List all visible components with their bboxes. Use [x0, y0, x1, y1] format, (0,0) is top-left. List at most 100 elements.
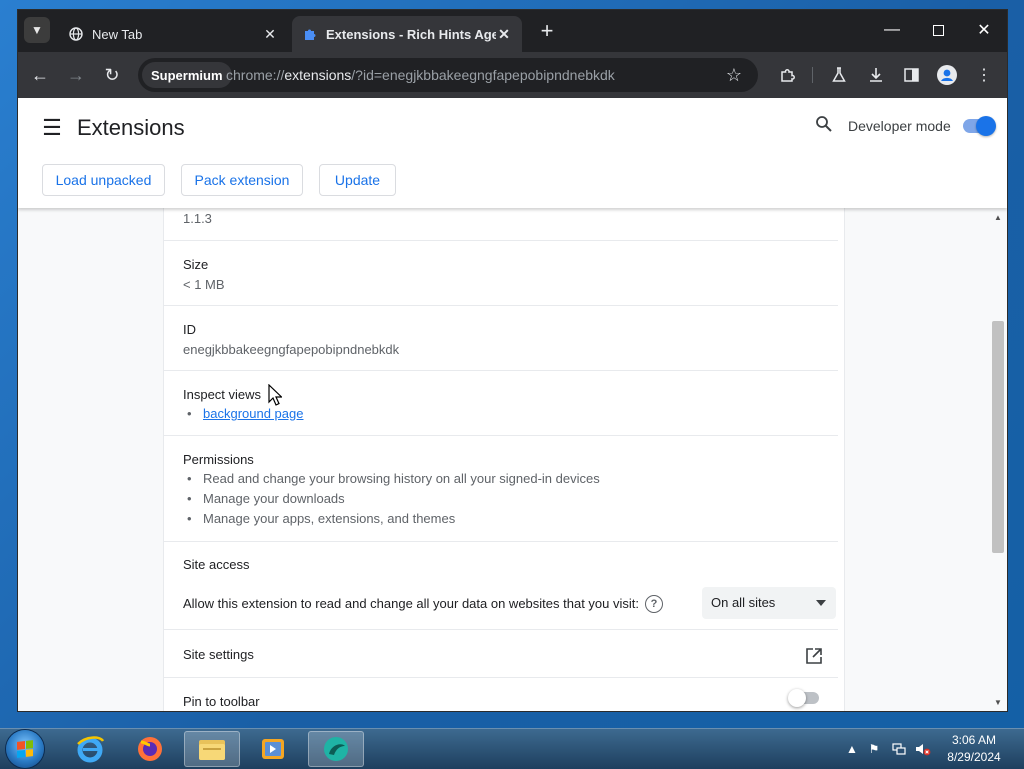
- taskbar-file-explorer[interactable]: [184, 731, 240, 767]
- reload-button[interactable]: ↻: [99, 62, 125, 88]
- globe-icon: [68, 26, 84, 42]
- side-panel-icon[interactable]: [898, 62, 924, 88]
- site-access-selected: On all sites: [711, 595, 776, 610]
- profile-avatar-icon[interactable]: [934, 62, 960, 88]
- list-item: Read and change your browsing history on…: [183, 469, 600, 489]
- browser-toolbar: ← → ↻ Supermium chrome://extensions/?id=…: [18, 52, 1007, 98]
- tab-search-button[interactable]: ▼: [24, 17, 50, 43]
- site-access-description: Allow this extension to read and change …: [183, 596, 639, 611]
- list-item: background page: [183, 404, 303, 424]
- media-player-icon: [262, 739, 284, 759]
- hamburger-menu-icon[interactable]: ☰: [40, 115, 64, 140]
- close-tab-icon[interactable]: ✕: [496, 26, 512, 42]
- id-value: enegjkbbakeegngfapepobipndnebkdk: [183, 342, 400, 357]
- details-card: 1.1.3 Size < 1 MB ID enegjkbbakeegngfape…: [164, 208, 844, 711]
- pack-extension-button[interactable]: Pack extension: [181, 164, 303, 196]
- minimize-icon: —: [884, 21, 900, 38]
- pin-to-toolbar-label: Pin to toolbar: [183, 694, 260, 709]
- maximize-icon: [932, 24, 944, 36]
- clock-time[interactable]: 3:06 AM: [936, 733, 1012, 747]
- back-button[interactable]: ←: [27, 62, 53, 88]
- caret-down-icon: [816, 600, 826, 606]
- close-tab-icon[interactable]: ✕: [262, 26, 278, 42]
- open-in-new-icon[interactable]: [805, 647, 823, 665]
- scroll-down-icon[interactable]: ▼: [989, 693, 1007, 711]
- bookmark-star-icon[interactable]: ☆: [722, 63, 746, 87]
- site-settings-row[interactable]: Site settings: [164, 630, 838, 678]
- volume-muted-icon[interactable]: [915, 741, 931, 757]
- windows-logo-icon: [17, 740, 33, 758]
- permissions-row: Permissions Read and change your browsin…: [164, 436, 838, 542]
- reload-icon: ↻: [104, 64, 120, 85]
- close-window-button[interactable]: ✕: [961, 10, 1007, 50]
- site-access-select[interactable]: On all sites: [702, 587, 836, 619]
- forward-button[interactable]: →: [63, 62, 89, 88]
- load-unpacked-button[interactable]: Load unpacked: [42, 164, 165, 196]
- labs-flask-icon[interactable]: [826, 62, 852, 88]
- browser-window: ▼ New Tab ✕ Extensions - Rich Hints Agen…: [18, 10, 1007, 711]
- inspect-views-row: Inspect views background page: [164, 371, 838, 436]
- site-access-row: Site access Allow this extension to read…: [164, 542, 838, 630]
- extension-details-content: 1.1.3 Size < 1 MB ID enegjkbbakeegngfape…: [18, 208, 1007, 711]
- chevron-down-icon: ▼: [31, 23, 43, 37]
- id-row: ID enegjkbbakeegngfapepobipndnebkdk: [164, 306, 838, 371]
- action-center-flag-icon[interactable]: ⚑: [866, 741, 882, 757]
- search-icon[interactable]: [815, 115, 837, 137]
- list-item: Manage your apps, extensions, and themes: [183, 509, 600, 529]
- toggle-knob: [788, 689, 806, 707]
- inspect-views-list: background page: [183, 404, 303, 424]
- update-button[interactable]: Update: [319, 164, 396, 196]
- new-tab-button[interactable]: +: [534, 18, 560, 44]
- page-scrollbar[interactable]: ▲ ▼: [989, 208, 1007, 711]
- address-bar[interactable]: Supermium chrome://extensions/?id=enegjk…: [138, 58, 758, 92]
- internet-explorer-icon: [77, 736, 105, 763]
- site-access-label: Site access: [183, 557, 250, 572]
- tab-new-tab[interactable]: New Tab ✕: [58, 16, 288, 52]
- developer-mode-toggle[interactable]: [963, 116, 996, 136]
- developer-mode-label: Developer mode: [848, 118, 951, 134]
- download-icon[interactable]: [863, 62, 889, 88]
- plus-icon: +: [540, 18, 554, 43]
- background-page-link[interactable]: background page: [203, 406, 303, 421]
- size-row: Size < 1 MB: [164, 241, 838, 306]
- show-hidden-icons-icon[interactable]: ▲: [844, 741, 860, 757]
- taskbar-media-player[interactable]: [245, 731, 301, 767]
- clock-date[interactable]: 8/29/2024: [936, 750, 1012, 764]
- version-value: 1.1.3: [183, 211, 212, 226]
- network-icon[interactable]: [891, 741, 907, 757]
- site-chip[interactable]: Supermium: [142, 62, 232, 88]
- permissions-label: Permissions: [183, 452, 254, 467]
- pin-to-toolbar-toggle[interactable]: [788, 689, 819, 707]
- tab-strip: ▼ New Tab ✕ Extensions - Rich Hints Agen…: [18, 10, 1007, 52]
- file-explorer-icon: [199, 740, 225, 760]
- tab-extensions[interactable]: Extensions - Rich Hints Agent ✕: [292, 16, 522, 52]
- id-label: ID: [183, 322, 196, 337]
- taskbar: ▲ ⚑ 3:06 AM 8/29/2024: [0, 728, 1024, 769]
- permissions-list: Read and change your browsing history on…: [183, 469, 600, 529]
- pin-to-toolbar-row: Pin to toolbar: [164, 678, 838, 711]
- tab-title: New Tab: [92, 26, 143, 42]
- tab-title: Extensions - Rich Hints Agent: [326, 26, 496, 42]
- url-text[interactable]: chrome://extensions/?id=enegjkbbakeegngf…: [226, 58, 615, 92]
- arrow-left-icon: ←: [31, 64, 49, 85]
- taskbar-supermium[interactable]: [308, 731, 364, 767]
- minimize-button[interactable]: —: [869, 10, 915, 50]
- scroll-up-icon[interactable]: ▲: [989, 208, 1007, 226]
- list-item: Manage your downloads: [183, 489, 600, 509]
- supermium-icon: [324, 737, 348, 761]
- taskbar-internet-explorer[interactable]: [62, 731, 118, 767]
- more-menu-icon[interactable]: ⋮: [971, 62, 997, 88]
- inspect-views-label: Inspect views: [183, 387, 262, 402]
- maximize-button[interactable]: [915, 10, 961, 50]
- extensions-puzzle-icon[interactable]: [774, 62, 800, 88]
- toggle-knob: [976, 116, 996, 136]
- mouse-cursor-icon: [268, 384, 282, 406]
- arrow-right-icon: →: [67, 64, 85, 85]
- scrollbar-thumb[interactable]: [992, 321, 1004, 553]
- start-button[interactable]: [6, 730, 44, 768]
- size-label: Size: [183, 257, 209, 272]
- toolbar-separator: [812, 67, 813, 83]
- taskbar-firefox[interactable]: [122, 731, 178, 767]
- puzzle-icon: [302, 26, 318, 42]
- help-question-icon[interactable]: ?: [645, 595, 663, 613]
